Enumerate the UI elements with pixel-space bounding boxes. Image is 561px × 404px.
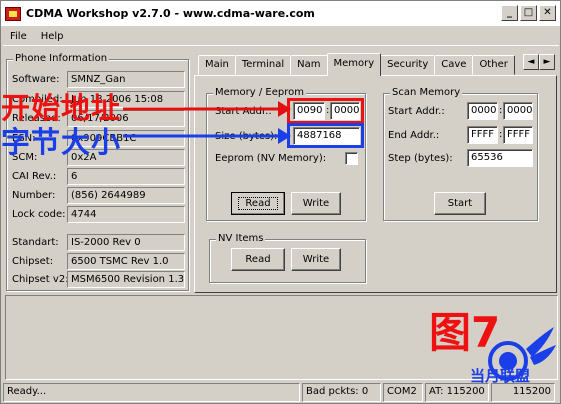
eeprom-nv-checkbox[interactable] <box>345 152 358 165</box>
chipset-value: 6500 TSMC Rev 1.0 <box>67 253 185 270</box>
cai-rev-label: CAI Rev.: <box>12 171 57 182</box>
cai-rev-value: 6 <box>67 168 185 185</box>
status-bad-packets: Bad pckts: 0 <box>302 383 381 402</box>
window-title: CDMA Workshop v2.7.0 - www.cdma-ware.com <box>26 7 315 20</box>
chipset-v2-value: MSM6500 Revision 1.3 <box>67 271 185 288</box>
minimize-button[interactable]: _ <box>501 5 518 21</box>
nv-read-button[interactable]: Read <box>231 248 285 271</box>
tab-security[interactable]: Security <box>380 55 436 75</box>
watermark-logo-icon <box>488 327 556 381</box>
scan-end-hi-input[interactable]: FFFF <box>467 126 498 144</box>
tab-other[interactable]: Other <box>472 55 515 75</box>
menu-bar: File Help <box>3 27 559 46</box>
status-ready: Ready... <box>3 383 300 402</box>
scan-start-hi-input[interactable]: 0000 <box>467 102 498 120</box>
scan-start-button[interactable]: Start <box>434 192 486 215</box>
memory-read-button[interactable]: Read <box>231 192 285 215</box>
blue-arrow-icon <box>123 128 291 144</box>
window-controls: _ □ ✕ <box>501 5 556 21</box>
nv-read-label: Read <box>245 254 271 265</box>
tab-scroll-left-icon[interactable]: ◄ <box>523 54 539 70</box>
number-value: (856) 2644989 <box>67 187 185 204</box>
scan-end-lo-input[interactable]: FFFF <box>503 126 533 144</box>
tab-cave[interactable]: Cave <box>434 55 474 75</box>
nv-write-label: Write <box>302 254 330 265</box>
scan-step-label: Step (bytes): <box>388 153 453 164</box>
scan-memory-label: Scan Memory <box>390 87 463 98</box>
main-window: CDMA Workshop v2.7.0 - www.cdma-ware.com… <box>0 0 561 404</box>
tab-nam[interactable]: Nam <box>290 55 328 75</box>
phone-information-label: Phone Information <box>13 53 110 64</box>
scan-end-separator: : <box>499 129 503 140</box>
memory-write-label: Write <box>302 198 330 209</box>
tab-scroll-right-icon[interactable]: ► <box>539 54 555 70</box>
scan-start-label: Start Addr.: <box>388 106 445 117</box>
menu-help[interactable]: Help <box>34 31 71 42</box>
lock-code-value: 4744 <box>67 206 185 223</box>
menu-file[interactable]: File <box>3 31 34 42</box>
memory-write-button[interactable]: Write <box>291 192 341 215</box>
number-label: Number: <box>12 190 56 201</box>
scan-start-separator: : <box>499 105 503 116</box>
tab-memory[interactable]: Memory <box>326 53 382 76</box>
maximize-button[interactable]: □ <box>520 5 537 21</box>
eeprom-nv-label: Eeprom (NV Memory): <box>215 153 327 164</box>
software-label: Software: <box>12 74 60 85</box>
tab-terminal[interactable]: Terminal <box>234 55 292 75</box>
start-address-highlight <box>287 98 364 124</box>
chipset-label: Chipset: <box>12 256 54 267</box>
scan-start-button-label: Start <box>447 198 473 209</box>
chipset-v2-label: Chipset v2: <box>12 274 69 285</box>
tab-strip: Main Terminal Nam Memory Security Cave O… <box>198 53 515 76</box>
red-arrow-icon <box>123 101 291 117</box>
lock-code-label: Lock code: <box>12 209 66 220</box>
byte-size-annotation: 字节大小 <box>1 125 122 159</box>
standart-value: IS-2000 Rev 0 <box>67 234 185 251</box>
tab-scroll-arrows: ◄ ► <box>523 54 555 70</box>
nv-write-button[interactable]: Write <box>291 248 341 271</box>
scan-step-input[interactable]: 65536 <box>467 149 533 167</box>
app-icon <box>5 6 21 21</box>
title-bar[interactable]: CDMA Workshop v2.7.0 - www.cdma-ware.com… <box>1 1 560 26</box>
tab-main[interactable]: Main <box>198 55 236 75</box>
standart-label: Standart: <box>12 237 59 248</box>
watermark-text: 当月联盟 <box>470 367 531 385</box>
scan-end-label: End Addr.: <box>388 130 440 141</box>
size-highlight <box>287 123 364 148</box>
nv-items-label: NV Items <box>216 233 266 244</box>
memory-read-label: Read <box>238 197 278 210</box>
memory-eeprom-label: Memory / Eeprom <box>213 87 306 98</box>
close-button[interactable]: ✕ <box>539 5 556 21</box>
status-port: COM2 <box>383 383 423 402</box>
scan-start-lo-input[interactable]: 0000 <box>503 102 533 120</box>
